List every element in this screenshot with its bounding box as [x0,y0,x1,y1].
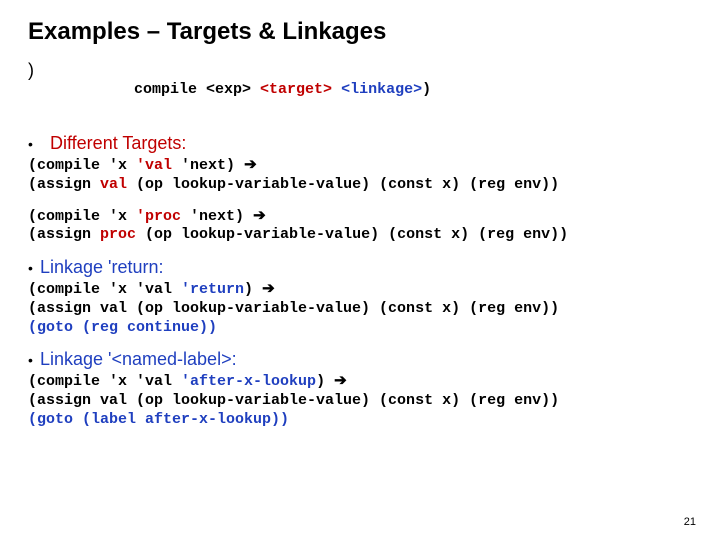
code-line: (assign val (op lookup-variable-value) (… [28,392,692,411]
bullet-diff-targets: • Different Targets: [28,133,692,154]
code-line: (compile 'x 'val 'after-x-lookup) ➔ [28,372,692,392]
bullet-dot: • [28,352,40,368]
code-block-2: (compile 'x 'proc 'next) ➔ (assign proc … [28,207,692,246]
code-block-1: (compile 'x 'val 'next) ➔ (assign val (o… [28,156,692,195]
t: (compile 'x [28,208,136,225]
head-linkage-return: Linkage 'return: [40,257,164,278]
bullet-dot: • [28,136,50,152]
closing-paren: ) [28,60,34,81]
bullet-linkage-named: • Linkage '<named-label>: [28,349,692,370]
code-line: (goto (reg continue)) [28,319,692,338]
code-block-3: (compile 'x 'val 'return) ➔ (assign val … [28,280,692,337]
t: (assign [28,176,100,193]
t: 'next) [172,157,244,174]
t: 'return [181,281,244,298]
code-block-4: (compile 'x 'val 'after-x-lookup) ➔ (ass… [28,372,692,429]
t: (op lookup-variable-value) (const x) (re… [127,176,559,193]
slide-content: Examples – Targets & Linkages ) compile … [0,0,720,452]
sig-target: <target> [260,81,332,98]
sig-linkage: <linkage> [341,81,422,98]
t: (compile 'x [28,157,136,174]
code-line: (compile 'x 'val 'return) ➔ [28,280,692,300]
code-line: (goto (label after-x-lookup)) [28,411,692,430]
signature-row: ) compile <exp> <target> <linkage>) [28,60,692,115]
t: 'proc [136,208,181,225]
code-line: (compile 'x 'val 'next) ➔ [28,156,692,176]
code-line: (compile 'x 'proc 'next) ➔ [28,207,692,227]
code-line: (assign proc (op lookup-variable-value) … [28,226,692,245]
bullet-linkage-return: • Linkage 'return: [28,257,692,278]
sig-prefix: compile <exp> [134,81,260,98]
page-number: 21 [684,516,696,528]
head-diff-targets-text: Different Targets: [50,133,186,153]
code-line: (assign val (op lookup-variable-value) (… [28,176,692,195]
slide-title: Examples – Targets & Linkages [28,18,692,46]
t: ) [316,373,334,390]
t: (assign [28,226,100,243]
head-diff-targets: Different Targets: [50,133,186,154]
t: (compile 'x 'val [28,373,181,390]
t: (op lookup-variable-value) (const x) (re… [136,226,568,243]
sig-close: ) [422,81,431,98]
t: 'next) [181,208,253,225]
t: ) [244,281,262,298]
t: proc [100,226,136,243]
arrow-icon: ➔ [253,207,266,224]
t: 'val [136,157,172,174]
t: (compile 'x 'val [28,281,181,298]
arrow-icon: ➔ [244,156,257,173]
code-line: (assign val (op lookup-variable-value) (… [28,300,692,319]
arrow-icon: ➔ [262,280,275,297]
t: val [100,176,127,193]
head-linkage-named: Linkage '<named-label>: [40,349,237,370]
sig-sep [332,81,341,98]
t: 'after-x-lookup [181,373,316,390]
arrow-icon: ➔ [334,372,347,389]
bullet-dot: • [28,260,40,276]
signature-code: compile <exp> <target> <linkage>) [80,64,431,115]
